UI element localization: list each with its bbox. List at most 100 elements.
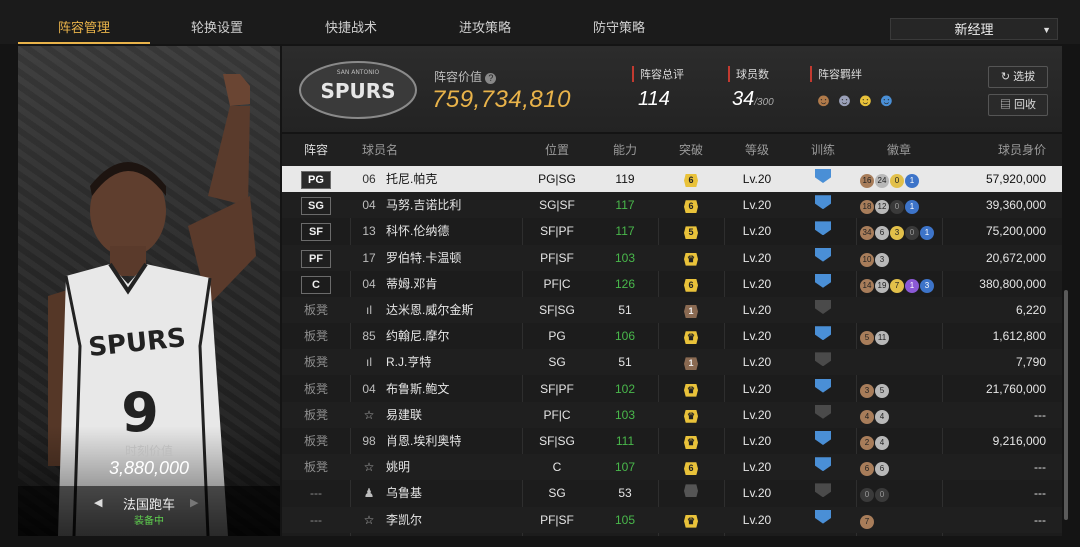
tab-quick-tactics[interactable]: 快捷战术 [284,0,418,44]
roster-table: 阵容 球员名 位置 能力 突破 等级 训练 徽章 球员身价 PG 06 托尼.帕克 P… [282,134,1062,536]
table-row[interactable]: SG 04 马努.吉诺比利 SG|SF 117 6 Lv.20 18 12 0 1 39,360,00… [282,192,1062,219]
col-slot[interactable]: 阵容 [282,134,350,166]
bench-slot[interactable]: --- [310,486,322,500]
badges-cell[interactable]: 00 [860,480,942,506]
table-row[interactable]: C 04 蒂姆.邓肯 PF|C 126 6 Lv.20 14 19 7 1 3 380,800,000 [282,271,1062,297]
badges-cell[interactable]: 14 19 7 1 3 [860,271,942,297]
badges-cell[interactable]: 66 [860,454,942,480]
player-name[interactable]: 乌鲁基 [386,480,516,506]
break-cell: 1 [658,349,724,375]
badges-cell[interactable]: 16 24 0 1 [860,166,942,192]
table-row[interactable]: 板凳 ☆ 姚明 C 107 6 Lv.20 6 6 --- [282,454,1062,481]
slot-cell: C [282,271,350,297]
tab-rotation[interactable]: 轮换设置 [150,0,284,44]
col-ability[interactable]: 能力 [592,134,658,166]
player-name[interactable]: 布鲁斯.鲍文 [386,376,516,402]
training-cell[interactable] [790,376,856,402]
training-cell[interactable] [790,507,856,533]
col-level[interactable]: 等级 [724,134,790,166]
bench-slot[interactable]: 板凳 [304,355,328,369]
badges-cell[interactable]: 7 [860,507,942,533]
training-cell[interactable] [790,245,856,271]
training-cell[interactable] [790,454,856,480]
table-row[interactable]: 板凳 ☆ 易建联 PF|C 103 ♛ Lv.20 4 4 --- [282,401,1062,428]
badges-cell[interactable] [860,349,942,375]
player-name[interactable]: 科怀.伦纳德 [386,218,516,244]
table-row[interactable]: 板凳 ıl 达米恩.威尔金斯 SF|SG 51 1 Lv.20 6,220 [282,297,1062,323]
badges-cell[interactable]: 18 12 0 1 [860,192,942,218]
player-name[interactable]: R.J.亨特 [386,349,516,375]
badges-cell[interactable]: 5 11 [860,323,942,349]
badges-cell[interactable] [860,297,942,323]
next-arrow-icon[interactable]: ▶ [190,496,198,509]
table-row[interactable]: --- ♟ 乌鲁基 SG 53 Lv.20 0 0 --- [282,480,1062,506]
tab-defense[interactable]: 防守策略 [552,0,686,44]
table-row[interactable]: 板凳 04 布鲁斯.鲍文 SF|PF 102 ♛ Lv.20 3 5 21,760,000 [282,376,1062,402]
bench-slot[interactable]: 板凳 [304,434,328,448]
training-cell[interactable] [790,480,856,506]
bench-slot[interactable]: 板凳 [304,303,328,317]
badges-cell[interactable]: 44 [860,402,942,428]
player-name[interactable]: 李凯尔 [386,507,516,533]
table-row[interactable]: --- ☆ 李凯尔 PF|SF 105 ♛ Lv.20 7 --- [282,506,1062,533]
badges-cell[interactable]: 24 [860,428,942,454]
training-cell[interactable] [790,218,856,244]
player-name[interactable]: 托尼.帕克 [386,166,516,192]
position-slot[interactable]: SF [301,223,331,242]
training-shield-icon [815,273,831,288]
help-icon[interactable]: ? [485,73,497,84]
position-slot[interactable]: PF [301,249,331,268]
player-name[interactable]: 姚明 [386,454,516,480]
table-row[interactable]: 板凳 ıl R.J.亨特 SG 51 1 Lv.20 7,790 [282,349,1062,376]
table-row[interactable]: PF 17 罗伯特.卡温顿 PF|SF 103 ♛ Lv.20 10 3 20,672,000 [282,244,1062,271]
badges-cell[interactable]: 34 6 3 0 1 [860,218,942,244]
training-shield-icon [815,247,831,262]
bench-slot[interactable]: 板凳 [304,382,328,396]
bench-slot[interactable]: 板凳 [304,408,328,422]
training-cell[interactable] [790,349,856,375]
player-name[interactable]: 马努.吉诺比利 [386,192,516,218]
player-name[interactable]: 达米恩.威尔金斯 [386,297,516,323]
training-cell[interactable] [790,271,856,297]
badges-cell[interactable]: 35 [860,376,942,402]
player-name[interactable]: 易建联 [386,402,516,428]
table-row[interactable]: 板凳 85 约翰尼.摩尔 PG 106 ♛ Lv.20 5 11 1,612,800 [282,323,1062,349]
position-slot[interactable]: SG [301,197,331,216]
col-badges[interactable]: 徽章 [856,134,942,166]
player-name[interactable]: 约翰尼.摩尔 [386,323,516,349]
bench-slot[interactable]: --- [310,513,322,527]
tab-lineup[interactable]: 阵容管理 [18,0,150,44]
player-name[interactable]: 罗伯特.卡温顿 [386,245,516,271]
training-cell[interactable] [790,297,856,323]
training-cell[interactable] [790,428,856,454]
bench-slot[interactable]: 板凳 [304,460,328,474]
table-row[interactable]: SF 13 科怀.伦纳德 SF|PF 117 5 Lv.20 34 6 3 0 1 75,200,000 [282,218,1062,244]
col-training[interactable]: 训练 [790,134,856,166]
col-position[interactable]: 位置 [522,134,592,166]
col-break[interactable]: 突破 [658,134,724,166]
scrollbar[interactable] [1064,290,1068,520]
col-price[interactable]: 球员身价 [942,134,1046,166]
badge-hex: 4 [860,409,874,424]
recycle-button[interactable]: ▤ 回收 [988,94,1048,116]
position-slot[interactable]: PG [301,171,331,189]
player-level: Lv.20 [742,329,772,344]
position-slot[interactable]: C [301,275,331,294]
badges-cell[interactable]: 10 3 [860,245,942,271]
select-button[interactable]: ↻ 选拔 [988,66,1048,88]
manager-select[interactable]: 新经理 ▼ [890,18,1058,40]
table-row[interactable]: 板凳 98 肖恩.埃利奥特 SF|SG 111 ♛ Lv.20 2 4 9,216,000 [282,428,1062,454]
training-cell[interactable] [790,192,856,218]
player-name[interactable]: 肖恩.埃利奥特 [386,428,516,454]
training-cell[interactable] [790,402,856,428]
training-shield-icon [815,483,831,498]
training-cell[interactable] [790,323,856,349]
col-name[interactable]: 球员名 [362,134,422,166]
tab-offense[interactable]: 进攻策略 [418,0,552,44]
bond-icons[interactable]: ☻☻☻☻ [814,90,898,111]
training-cell[interactable] [790,166,856,192]
player-name[interactable]: 蒂姆.邓肯 [386,271,516,297]
bench-slot[interactable]: 板凳 [304,329,328,343]
select-button-label: 选拔 [1013,71,1036,83]
table-row[interactable]: PG 06 托尼.帕克 PG|SG 119 6 Lv.20 16 24 0 1 57,920,000 [282,166,1062,192]
